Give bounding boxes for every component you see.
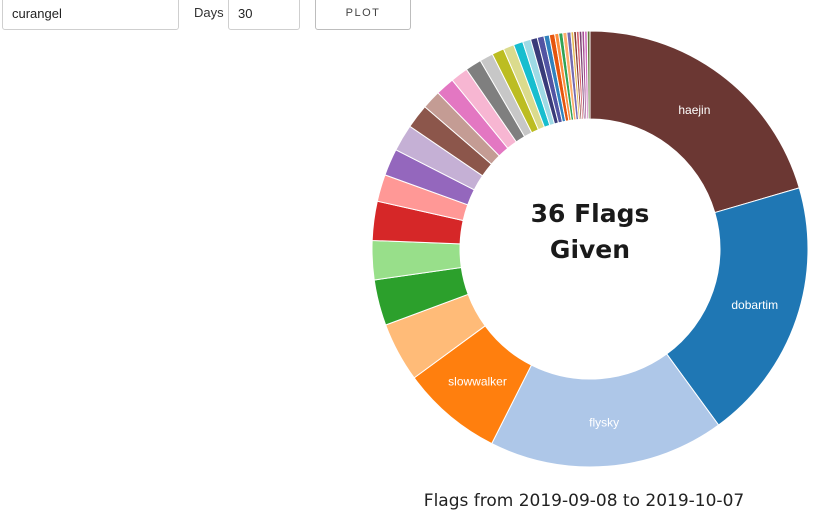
slice-label-dobartim: dobartim [731, 298, 778, 312]
slice-label-haejin: haejin [678, 103, 710, 117]
slice-label-slowwalker: slowwalker [448, 375, 507, 389]
center-title-line-2: Given [550, 235, 630, 264]
donut-chart: haejindobartimflyskyslowwalker 36 Flags … [371, 30, 809, 511]
chart-caption: Flags from 2019-09-08 to 2019-10-07 [424, 491, 744, 511]
center-title-line-1: 36 Flags [531, 199, 650, 228]
slice-label-flysky: flysky [589, 415, 619, 429]
donut-slice-haejin[interactable] [589, 30, 800, 214]
